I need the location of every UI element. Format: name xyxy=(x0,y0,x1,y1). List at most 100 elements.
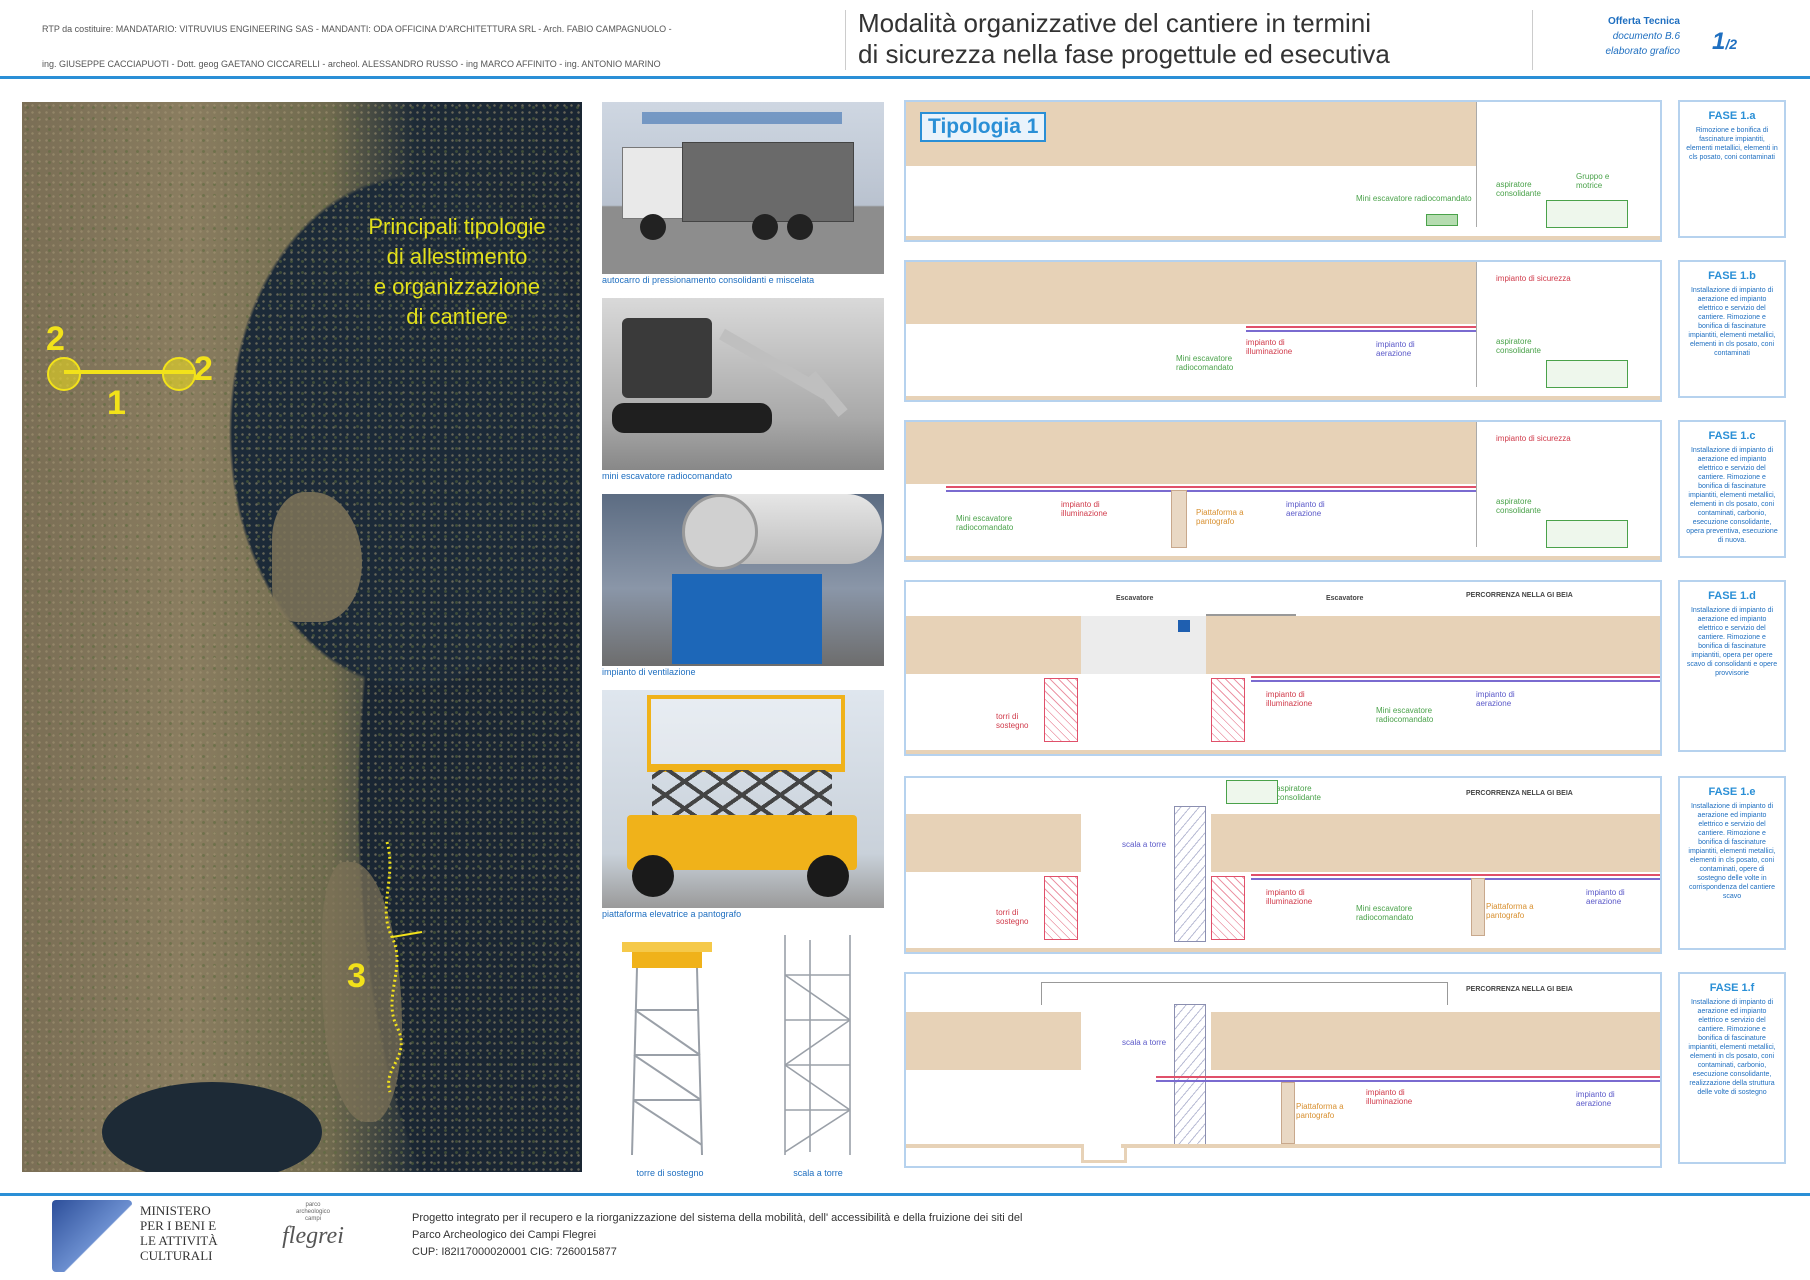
fase-description: Installazione di impianto di aerazione e… xyxy=(1686,607,1778,677)
truck-shape xyxy=(1546,520,1628,548)
aerial-map[interactable]: Principali tipologie di allestimento e o… xyxy=(22,102,582,1172)
fase-title: FASE 1.f xyxy=(1709,982,1755,994)
photo-caption: torre di sostegno xyxy=(636,1168,704,1178)
fase-box-1a[interactable]: FASE 1.a Rimozione e bonifica di fascina… xyxy=(1678,100,1786,238)
ministry-line: MINISTERO xyxy=(140,1203,211,1218)
fase-description: Installazione di impianto di aerazione e… xyxy=(1686,447,1778,544)
fase-box-1e[interactable]: FASE 1.e Installazione di impianto di ae… xyxy=(1678,776,1786,950)
fase-box-1b[interactable]: FASE 1.b Installazione di impianto di ae… xyxy=(1678,260,1786,398)
fase-box-1f[interactable]: FASE 1.f Installazione di impianto di ae… xyxy=(1678,972,1786,1164)
fase-title: FASE 1.c xyxy=(1708,430,1756,442)
label-piattaforma: Piattaforma a pantografo xyxy=(1486,902,1534,920)
label-mini-escavatore: Mini escavatore radiocomandato xyxy=(956,514,1014,532)
ministry-logo-icon xyxy=(52,1200,132,1272)
park-logo: parco archeologico campi flegrei xyxy=(258,1202,368,1250)
soil-layer xyxy=(906,616,1081,674)
fase-box-1c[interactable]: FASE 1.c Installazione di impianto di ae… xyxy=(1678,420,1786,558)
label-aspiratore: aspiratore consolidante xyxy=(1496,180,1541,198)
label-torri-sostegno: torri di sostegno xyxy=(996,908,1029,926)
label-scala-torre: scala a torre xyxy=(1122,1038,1167,1047)
ground-line xyxy=(906,1144,1081,1148)
label-mini-escavatore: Mini escavatore radiocomandato xyxy=(1176,354,1234,372)
torre-sostegno-shape xyxy=(1044,678,1078,742)
header-credits: RTP da costituire: MANDATARIO: VITRUVIUS… xyxy=(42,12,832,82)
photo-caption: scala a torre xyxy=(793,1168,843,1178)
ground-line xyxy=(1121,1144,1660,1148)
label-impianto-illuminazione: impianto di illuminazione xyxy=(1366,1088,1413,1106)
fase-description: Installazione di impianto di aerazione e… xyxy=(1688,803,1776,900)
label-aspiratore: aspiratore consolidante xyxy=(1496,497,1541,515)
project-line: Progetto integrato per il recupero e la … xyxy=(412,1212,1023,1224)
tipologia-label: Tipologia 1 xyxy=(920,112,1047,142)
map-title-line: e organizzazione xyxy=(373,274,541,299)
photo-stair-tower[interactable]: scala a torre xyxy=(750,930,886,1180)
section-panel-1e[interactable]: aspiratore consolidante PERCORRENZA NELL… xyxy=(904,776,1662,954)
fase-description: Installazione di impianto di aerazione e… xyxy=(1688,287,1776,357)
ground-line xyxy=(906,750,1660,754)
map-marker-1[interactable]: 1 xyxy=(107,384,126,423)
scaffold-tower-icon xyxy=(622,942,712,1156)
label-percorso: PERCORRENZA NELLA GI BEIA xyxy=(1466,790,1573,797)
map-marker-2-east[interactable]: 2 xyxy=(194,350,213,389)
pipe-illuminazione xyxy=(1246,326,1476,328)
truck-icon xyxy=(602,102,884,274)
pipe-aerazione xyxy=(1246,330,1476,332)
label-impianto-illuminazione: impianto di illuminazione xyxy=(1266,690,1313,708)
ministry-name: MINISTERO PER I BENI E LE ATTIVITÀ CULTU… xyxy=(140,1203,218,1263)
photo-truck[interactable]: autocarro di pressionamento consolidanti… xyxy=(602,102,884,287)
map-point[interactable] xyxy=(162,357,196,391)
piattaforma-shape xyxy=(1281,1082,1295,1144)
section-panel-1c[interactable]: impianto di sicurezza impianto di illumi… xyxy=(904,420,1662,562)
pipe-aerazione xyxy=(946,490,1476,492)
title-line-2: di sicurezza nella fase progettule ed es… xyxy=(858,39,1390,69)
soil-layer xyxy=(1211,1012,1660,1070)
fase-title: FASE 1.e xyxy=(1708,786,1756,798)
park-logo-text: campi xyxy=(304,1216,321,1222)
photo-lift[interactable]: piattaforma elevatrice a pantografo xyxy=(602,690,884,921)
route-3 xyxy=(384,841,422,1093)
label-torri-sostegno: torri di sostegno xyxy=(996,712,1029,730)
section-panel-1b[interactable]: impianto di sicurezza impianto di illumi… xyxy=(904,260,1662,402)
ground-line xyxy=(906,556,1660,560)
photo-ventilation[interactable]: impianto di ventilazione xyxy=(602,494,884,679)
section-panel-1f[interactable]: PERCORRENZA NELLA GI BEIA scala a torre … xyxy=(904,972,1662,1168)
label-percorso: PERCORRENZA NELLA GI BEIA xyxy=(1466,986,1573,993)
map-title: Principali tipologie di allestimento e o… xyxy=(342,212,572,332)
header-separator xyxy=(1532,10,1533,70)
label-aspiratore: aspiratore consolidante xyxy=(1276,784,1321,802)
truck-shape xyxy=(1546,200,1628,228)
page-total: /2 xyxy=(1725,36,1738,52)
label-impianto-sicurezza: impianto di sicurezza xyxy=(1496,434,1571,443)
label-impianto-aeraulico: impianto di aerazione xyxy=(1586,888,1625,906)
label-piattaforma: Piattaforma a pantografo xyxy=(1196,508,1244,526)
piattaforma-shape xyxy=(1471,878,1485,936)
photo-excavator[interactable]: mini escavatore radiocomandato xyxy=(602,298,884,483)
scissor-lift-icon xyxy=(602,690,884,908)
map-point[interactable] xyxy=(47,357,81,391)
torre-sostegno-shape xyxy=(1211,876,1245,940)
label-scala-torre: scala a torre xyxy=(1122,840,1167,849)
map-marker-2-west[interactable]: 2 xyxy=(46,320,65,359)
park-logo-name: flegrei xyxy=(282,1223,344,1249)
mini-escavatore-shape xyxy=(1426,214,1458,226)
park-logo-text: archeologico xyxy=(295,1209,331,1215)
label-mini-escavatore: Mini escavatore radiocomandato xyxy=(1376,706,1434,724)
photo-scaffold-tower[interactable]: torre di sostegno xyxy=(602,930,738,1180)
title-line-1: Modalità organizzative del cantiere in t… xyxy=(858,8,1372,38)
soil-layer xyxy=(1211,814,1660,872)
ministry-line: PER I BENI E xyxy=(140,1218,217,1233)
ground-line xyxy=(906,948,1660,952)
section-panel-1d[interactable]: Escavatore Escavatore PERCORRENZA NELLA … xyxy=(904,580,1662,756)
label-impianto-aeraulico: impianto di aerazione xyxy=(1376,340,1415,358)
doc-type: elaborato grafico xyxy=(1605,46,1681,57)
park-logo-text: parco xyxy=(305,1202,321,1208)
label-impianto-illuminazione: impianto di illuminazione xyxy=(1266,888,1313,906)
map-title-line: di allestimento xyxy=(386,244,528,269)
soil-layer xyxy=(906,1012,1081,1070)
page-number: 1/2 xyxy=(1712,28,1737,56)
label-impianto-sicurezza: impianto di sicurezza xyxy=(1496,274,1571,283)
fase-box-1d[interactable]: FASE 1.d Installazione di impianto di ae… xyxy=(1678,580,1786,752)
label-mini-escavatore: Mini escavatore radiocomandato xyxy=(1356,904,1414,922)
photo-caption: impianto di ventilazione xyxy=(602,667,696,677)
header-rule xyxy=(0,76,1810,79)
